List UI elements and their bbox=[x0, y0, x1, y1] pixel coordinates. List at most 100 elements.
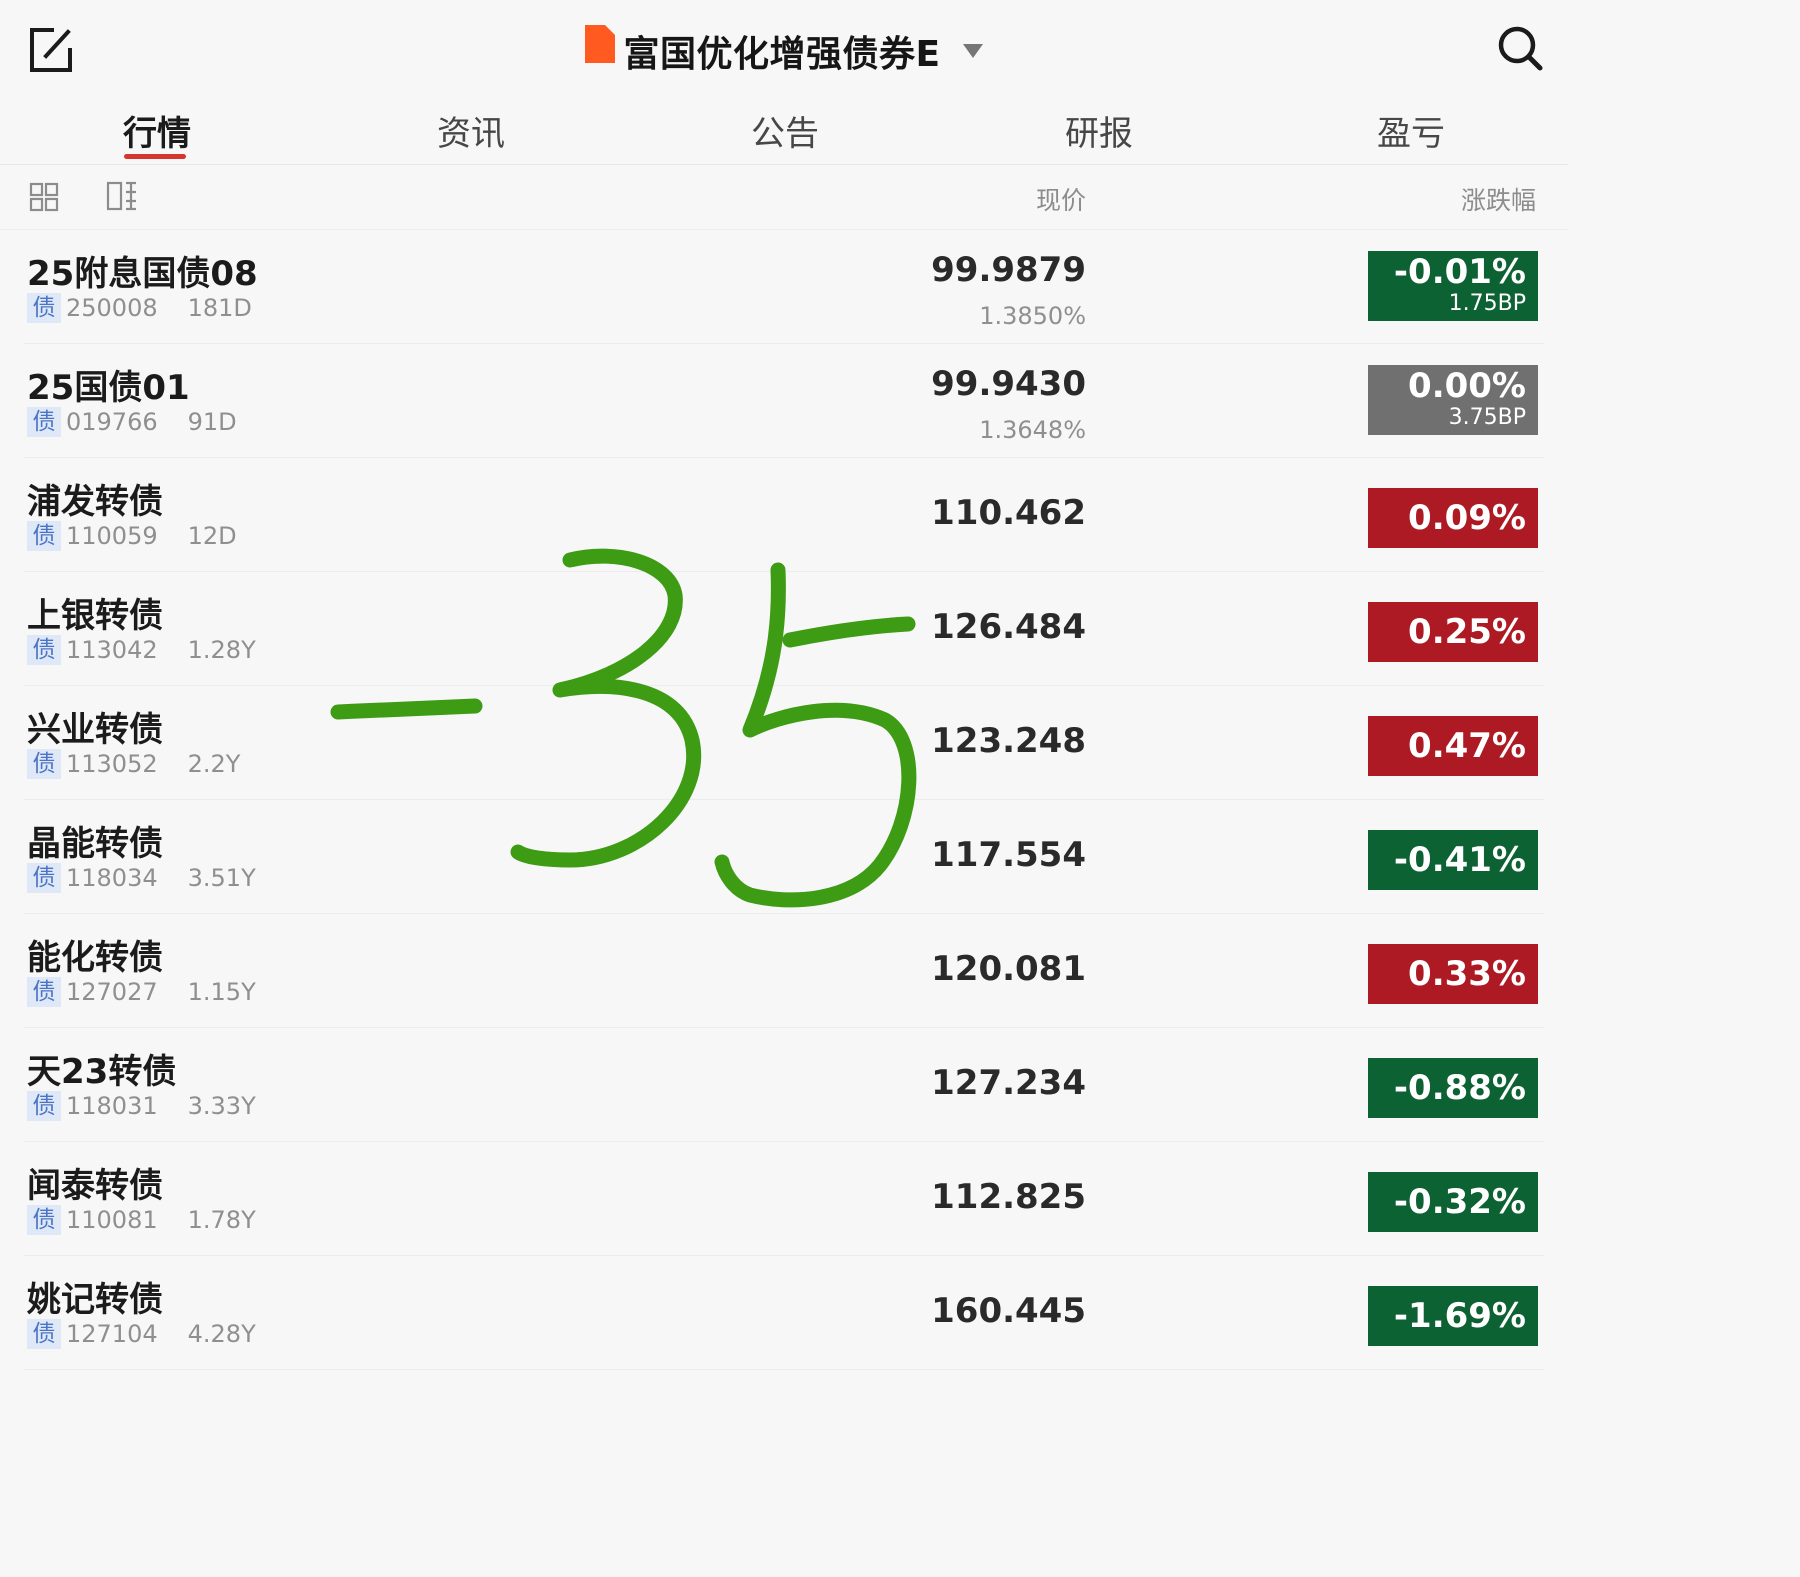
bond-meta: 债 118031 3.33Y bbox=[27, 1091, 256, 1121]
bond-tag: 债 bbox=[27, 293, 61, 323]
bond-name: 浦发转债 bbox=[27, 482, 163, 522]
bond-meta: 债 113042 1.28Y bbox=[27, 635, 256, 665]
change-badge: -0.01% 1.75BP bbox=[1368, 251, 1538, 321]
bond-meta: 债 110059 12D bbox=[27, 521, 237, 551]
bond-term: 2.2Y bbox=[187, 750, 241, 778]
active-tab-indicator bbox=[124, 154, 186, 159]
bond-code: 118031 bbox=[66, 1092, 158, 1120]
bond-code: 127104 bbox=[66, 1320, 158, 1348]
bond-tag: 债 bbox=[27, 635, 61, 665]
list-item[interactable]: 晶能转债 债 118034 3.51Y 117.554 -0.41% bbox=[24, 800, 1544, 914]
change-percent: 0.33% bbox=[1408, 954, 1526, 994]
bond-code: 250008 bbox=[66, 294, 158, 322]
change-bp: 3.75BP bbox=[1448, 405, 1526, 430]
bond-term: 91D bbox=[187, 408, 237, 436]
yield-value: 1.3850% bbox=[979, 302, 1086, 330]
change-badge: 0.33% bbox=[1368, 944, 1538, 1004]
bond-code: 118034 bbox=[66, 864, 158, 892]
bond-meta: 债 019766 91D bbox=[27, 407, 237, 437]
list-item[interactable]: 天23转债 债 118031 3.33Y 127.234 -0.88% bbox=[24, 1028, 1544, 1142]
change-percent: -0.41% bbox=[1393, 840, 1526, 880]
change-column-header[interactable]: 涨跌幅 bbox=[1461, 181, 1536, 217]
bond-tag: 债 bbox=[27, 1091, 61, 1121]
change-percent: 0.47% bbox=[1408, 726, 1526, 766]
current-price: 99.9879 bbox=[931, 250, 1086, 290]
bond-code: 113042 bbox=[66, 636, 158, 664]
title-bar[interactable]: 富国优化增强债券E bbox=[0, 16, 1568, 86]
change-badge: 0.25% bbox=[1368, 602, 1538, 662]
bond-meta: 债 250008 181D bbox=[27, 293, 252, 323]
bookmark-icon bbox=[585, 25, 616, 63]
change-badge: 0.09% bbox=[1368, 488, 1538, 548]
bond-name: 能化转债 bbox=[27, 938, 163, 978]
bond-tag: 债 bbox=[27, 977, 61, 1007]
bond-term: 12D bbox=[187, 522, 237, 550]
bond-code: 127027 bbox=[66, 978, 158, 1006]
list-item[interactable]: 兴业转债 债 113052 2.2Y 123.248 0.47% bbox=[24, 686, 1544, 800]
list-item[interactable]: 浦发转债 债 110059 12D 110.462 0.09% bbox=[24, 458, 1544, 572]
bond-tag: 债 bbox=[27, 1319, 61, 1349]
bond-tag: 债 bbox=[27, 407, 61, 437]
change-percent: 0.00% bbox=[1408, 366, 1526, 406]
bond-tag: 债 bbox=[27, 749, 61, 779]
bond-name: 25国债01 bbox=[27, 368, 190, 408]
holdings-list: 25附息国债08 债 250008 181D 99.9879 1.3850% -… bbox=[0, 230, 1568, 1370]
search-icon[interactable] bbox=[1496, 24, 1544, 72]
change-badge: -0.88% bbox=[1368, 1058, 1538, 1118]
bond-name: 天23转债 bbox=[27, 1052, 177, 1092]
fund-title[interactable]: 富国优化增强债券E bbox=[623, 25, 940, 77]
bond-tag: 债 bbox=[27, 863, 61, 893]
change-badge: 0.00% 3.75BP bbox=[1368, 365, 1538, 435]
bond-meta: 债 127027 1.15Y bbox=[27, 977, 256, 1007]
bond-term: 1.28Y bbox=[187, 636, 256, 664]
bond-name: 姚记转债 bbox=[27, 1280, 163, 1320]
current-price: 120.081 bbox=[931, 949, 1086, 989]
bond-name: 兴业转债 bbox=[27, 710, 163, 750]
tab-profit-loss[interactable]: 盈亏 bbox=[1254, 106, 1568, 162]
bond-name: 晶能转债 bbox=[27, 824, 163, 864]
bond-meta: 债 118034 3.51Y bbox=[27, 863, 256, 893]
bond-term: 4.28Y bbox=[187, 1320, 256, 1348]
bond-meta: 债 110081 1.78Y bbox=[27, 1205, 256, 1235]
list-item[interactable]: 上银转债 债 113042 1.28Y 126.484 0.25% bbox=[24, 572, 1544, 686]
tab-research[interactable]: 研报 bbox=[942, 106, 1256, 162]
list-item[interactable]: 25国债01 债 019766 91D 99.9430 1.3648% 0.00… bbox=[24, 344, 1544, 458]
bond-term: 1.15Y bbox=[187, 978, 256, 1006]
change-percent: -1.69% bbox=[1393, 1296, 1526, 1336]
bond-tag: 债 bbox=[27, 521, 61, 551]
bond-code: 113052 bbox=[66, 750, 158, 778]
list-item[interactable]: 闻泰转债 债 110081 1.78Y 112.825 -0.32% bbox=[24, 1142, 1544, 1256]
yield-value: 1.3648% bbox=[979, 416, 1086, 444]
change-percent: -0.01% bbox=[1393, 252, 1526, 292]
grid-view-icon[interactable] bbox=[29, 182, 59, 212]
current-price: 99.9430 bbox=[931, 364, 1086, 404]
column-header: 现价 涨跌幅 bbox=[0, 165, 1568, 230]
bond-name: 25附息国债08 bbox=[27, 254, 258, 294]
tab-news[interactable]: 资讯 bbox=[314, 106, 628, 162]
bond-name: 上银转债 bbox=[27, 596, 163, 636]
change-percent: 0.09% bbox=[1408, 498, 1526, 538]
list-item[interactable]: 25附息国债08 债 250008 181D 99.9879 1.3850% -… bbox=[24, 230, 1544, 344]
bond-tag: 债 bbox=[27, 1205, 61, 1235]
bond-term: 181D bbox=[187, 294, 252, 322]
current-price: 127.234 bbox=[931, 1063, 1086, 1103]
change-badge: -0.41% bbox=[1368, 830, 1538, 890]
list-item[interactable]: 能化转债 债 127027 1.15Y 120.081 0.33% bbox=[24, 914, 1544, 1028]
bond-code: 110059 bbox=[66, 522, 158, 550]
tab-bar: 行情 资讯 公告 研报 盈亏 bbox=[0, 98, 1568, 165]
change-badge: -0.32% bbox=[1368, 1172, 1538, 1232]
chevron-down-icon[interactable] bbox=[962, 44, 983, 58]
price-column-header[interactable]: 现价 bbox=[1036, 181, 1086, 217]
tab-announcements[interactable]: 公告 bbox=[628, 106, 942, 162]
current-price: 123.248 bbox=[931, 721, 1086, 761]
current-price: 112.825 bbox=[931, 1177, 1086, 1217]
current-price: 117.554 bbox=[931, 835, 1086, 875]
change-percent: 0.25% bbox=[1408, 612, 1526, 652]
change-badge: -1.69% bbox=[1368, 1286, 1538, 1346]
top-bar: 富国优化增强债券E bbox=[0, 0, 1568, 98]
bond-code: 110081 bbox=[66, 1206, 158, 1234]
change-badge: 0.47% bbox=[1368, 716, 1538, 776]
split-view-icon[interactable] bbox=[106, 180, 138, 212]
current-price: 110.462 bbox=[931, 493, 1086, 533]
list-item[interactable]: 姚记转债 债 127104 4.28Y 160.445 -1.69% bbox=[24, 1256, 1544, 1370]
